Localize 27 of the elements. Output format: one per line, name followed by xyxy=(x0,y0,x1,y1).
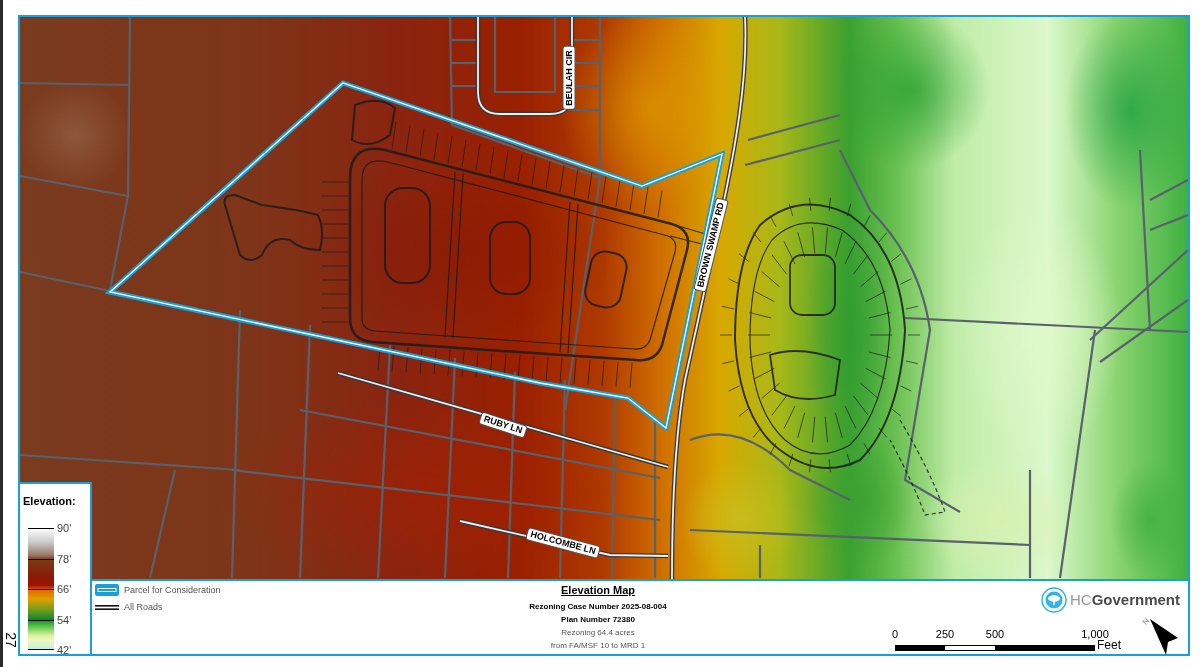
north-label: N xyxy=(1140,616,1152,627)
north-arrow-icon xyxy=(1149,619,1178,655)
legend-title: Elevation: xyxy=(23,495,76,507)
road-label: RUBY LN xyxy=(479,412,527,438)
parcel-symbol-icon xyxy=(95,584,119,596)
title-block-text: Rezoning Case Number 2025-08-004 xyxy=(529,601,667,613)
title-block-text: Rezoning 64.4 acres xyxy=(561,627,635,639)
legend-tick-label: 78' xyxy=(57,551,72,566)
scale-unit-label: Feet xyxy=(1097,640,1121,651)
logo-text: HCGovernment xyxy=(1069,590,1180,610)
scale-tick-label: 1,000 xyxy=(1081,629,1109,640)
map-title: Elevation Map xyxy=(561,583,635,597)
legend-tick-label: 54' xyxy=(57,612,72,627)
scale-tick-label: 0 xyxy=(891,629,899,640)
title-block-text: from FA/MSF 10 to MRD 1 xyxy=(550,640,646,652)
map-key-label: All Roads xyxy=(124,601,163,613)
legend-tick-label: 42' xyxy=(57,643,72,657)
scale-tick-label: 250 xyxy=(935,629,955,640)
map-key-label: Parcel for Consideration xyxy=(124,584,221,596)
legend-tick-label: 90' xyxy=(57,521,72,535)
page-number: 27 xyxy=(3,632,18,648)
legend-tick-label: 66' xyxy=(57,582,72,596)
road-label: BEULAH CIR xyxy=(563,47,575,109)
scale-tick-label: 500 xyxy=(985,629,1005,640)
road-symbol-icon xyxy=(95,604,119,610)
title-block-text: Plan Number 72380 xyxy=(561,614,635,626)
tree-logo-icon xyxy=(1040,587,1067,613)
